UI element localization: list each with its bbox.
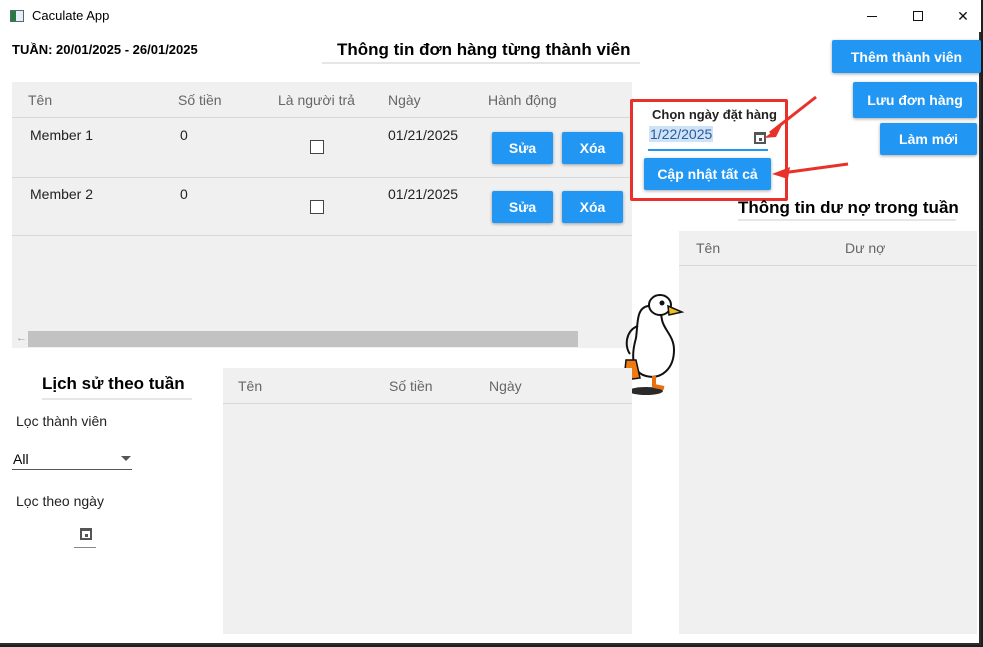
history-col-name: Tên: [238, 378, 263, 394]
debt-col-name: Tên: [696, 240, 721, 256]
order-date-label: Chọn ngày đặt hàng: [652, 107, 777, 122]
refresh-button[interactable]: Làm mới: [880, 123, 977, 155]
close-icon: ✕: [957, 7, 969, 24]
history-heading-underline: [42, 398, 192, 400]
debt-heading: Thông tin dư nợ trong tuần: [738, 198, 959, 217]
row1-delete-button[interactable]: Xóa: [562, 132, 623, 164]
app-window: Caculate App ✕ TUẦN: 20/01/2025 - 26/01/…: [0, 0, 981, 645]
orders-col-name: Tên: [28, 92, 53, 108]
debt-table: [679, 231, 977, 634]
orders-header-divider: [12, 117, 632, 118]
minimize-button[interactable]: [849, 0, 895, 32]
scrollbar-thumb[interactable]: [28, 331, 578, 347]
app-icon: [10, 10, 24, 22]
member-filter-label: Lọc thành viên: [16, 413, 108, 429]
member-filter-value: All: [13, 451, 29, 467]
window-title: Caculate App: [32, 8, 110, 23]
row1-amount: 0: [180, 127, 188, 143]
maximize-button[interactable]: [895, 0, 941, 32]
row1-edit-button[interactable]: Sửa: [492, 132, 553, 164]
annotation-arrows: [764, 95, 849, 179]
week-label: TUẦN: 20/01/2025 - 26/01/2025: [12, 42, 198, 57]
row2-delete-button[interactable]: Xóa: [562, 191, 623, 223]
minimize-icon: [867, 15, 877, 17]
scroll-left-icon[interactable]: ←: [16, 332, 27, 344]
date-filter-picker[interactable]: [74, 524, 96, 548]
orders-col-amount: Số tiền: [178, 92, 222, 108]
row2-amount: 0: [180, 186, 188, 202]
add-member-button[interactable]: Thêm thành viên: [832, 40, 981, 73]
date-filter-label: Lọc theo ngày: [16, 493, 104, 509]
row2-payer-checkbox[interactable]: [310, 200, 324, 214]
orders-col-actions: Hành động: [488, 92, 557, 108]
row2-date: 01/21/2025: [388, 186, 459, 202]
member-filter-select[interactable]: All: [12, 448, 132, 470]
update-all-button[interactable]: Cập nhật tất cả: [644, 158, 771, 190]
history-col-date: Ngày: [489, 378, 522, 394]
row1-payer-checkbox[interactable]: [310, 140, 324, 154]
orders-heading-underline: [322, 62, 640, 64]
history-heading: Lịch sử theo tuần: [42, 374, 185, 393]
chevron-down-icon: [121, 456, 131, 461]
row1-date: 01/21/2025: [388, 127, 459, 143]
order-date-picker[interactable]: 1/22/2025: [648, 125, 768, 151]
calendar-icon[interactable]: [80, 528, 92, 540]
orders-heading: Thông tin đơn hàng từng thành viên: [337, 40, 631, 59]
orders-col-payer: Là người trả: [278, 92, 355, 108]
title-bar: Caculate App ✕: [0, 0, 981, 32]
debt-heading-underline: [738, 219, 956, 221]
row1-name: Member 1: [30, 127, 94, 143]
close-button[interactable]: ✕: [940, 0, 983, 32]
save-order-button[interactable]: Lưu đơn hàng: [853, 82, 977, 118]
debt-header-divider: [679, 265, 977, 266]
horizontal-scrollbar[interactable]: ←: [12, 330, 632, 348]
order-date-value[interactable]: 1/22/2025: [649, 126, 714, 142]
maximize-icon: [913, 11, 923, 21]
row-divider: [12, 235, 632, 236]
orders-col-date: Ngày: [388, 92, 421, 108]
row-divider: [12, 177, 632, 178]
history-col-amount: Số tiền: [389, 378, 433, 394]
history-header-divider: [223, 403, 632, 404]
debt-col-balance: Dư nợ: [845, 240, 886, 256]
row2-name: Member 2: [30, 186, 94, 202]
row2-edit-button[interactable]: Sửa: [492, 191, 553, 223]
history-table: [223, 368, 632, 634]
